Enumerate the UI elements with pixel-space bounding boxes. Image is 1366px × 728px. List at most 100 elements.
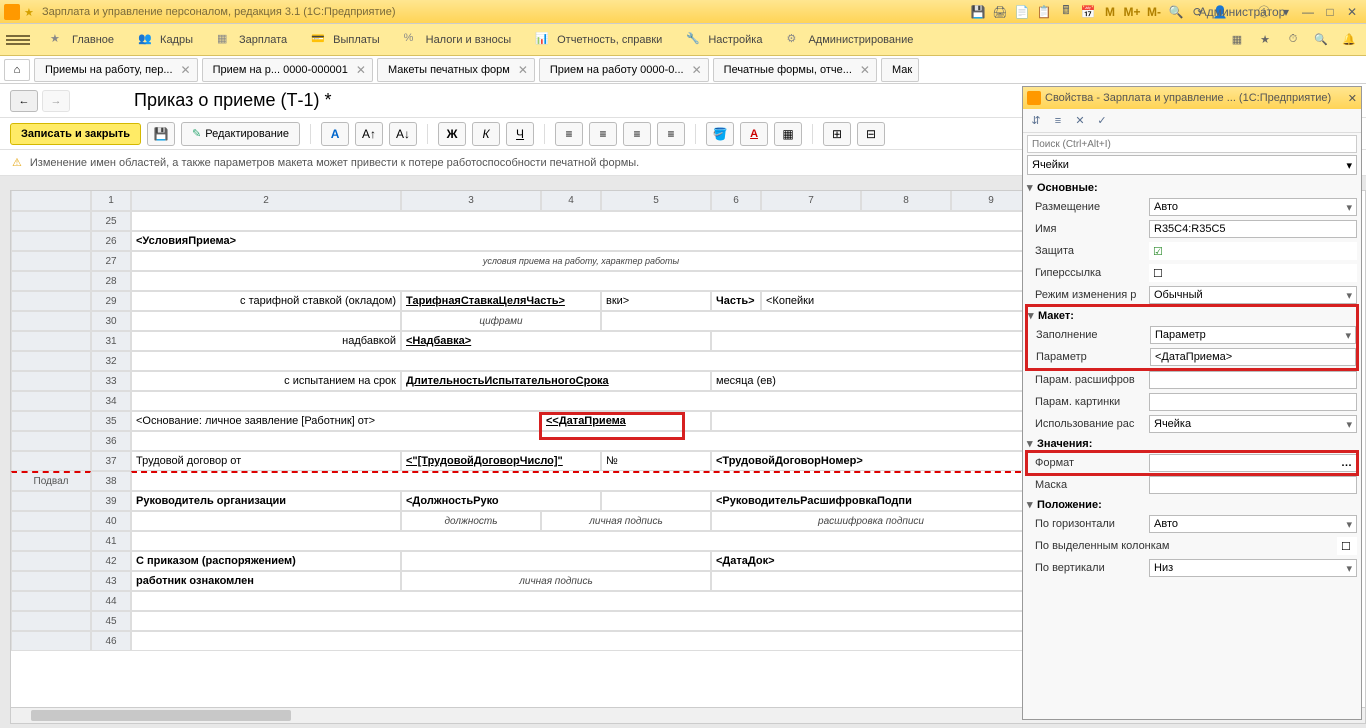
tab-0[interactable]: Приемы на работу, пер...✕: [34, 58, 198, 82]
fill-color-button[interactable]: 🪣: [706, 122, 734, 146]
tab-5[interactable]: Мак: [881, 58, 919, 82]
prop-mask[interactable]: [1149, 476, 1357, 494]
edit-button[interactable]: ✎Редактирование: [181, 122, 300, 146]
tab-close-icon[interactable]: ✕: [181, 63, 191, 77]
align-justify-button[interactable]: ≡: [657, 122, 685, 146]
menu-reports[interactable]: 📊Отчетность, справки: [523, 26, 674, 54]
group-maket[interactable]: ▾Макет:: [1028, 307, 1356, 324]
prop-usage[interactable]: Ячейка▾: [1149, 415, 1357, 433]
prop-name[interactable]: R35C4:R35C5: [1149, 220, 1357, 238]
border-button[interactable]: ▦: [774, 122, 802, 146]
font-size-inc-button[interactable]: A↑: [355, 122, 383, 146]
prop-param-detail[interactable]: [1149, 371, 1357, 389]
maximize-icon[interactable]: □: [1320, 3, 1340, 21]
col-header[interactable]: 1: [91, 191, 131, 211]
prop-format[interactable]: …: [1149, 454, 1357, 472]
tab-close-icon[interactable]: ✕: [518, 63, 528, 77]
prop-change-mode[interactable]: Обычный▾: [1149, 286, 1357, 304]
col-header[interactable]: 7: [761, 191, 861, 211]
forward-button[interactable]: →: [42, 90, 70, 112]
col-header[interactable]: 9: [951, 191, 1031, 211]
print-icon[interactable]: 🖨: [990, 3, 1010, 21]
home-tab[interactable]: ⌂: [4, 59, 30, 81]
col-header[interactable]: 2: [131, 191, 401, 211]
prop-hyperlink[interactable]: ☐: [1149, 264, 1357, 282]
align-center-button[interactable]: ≡: [589, 122, 617, 146]
star-icon[interactable]: ★: [1254, 29, 1276, 51]
props-close-icon[interactable]: ✕: [1348, 92, 1357, 105]
tab-2[interactable]: Макеты печатных форм✕: [377, 58, 535, 82]
prop-valign[interactable]: Низ▾: [1149, 559, 1357, 577]
save-icon[interactable]: 💾: [968, 3, 988, 21]
group-main[interactable]: ▾Основные:: [1027, 179, 1357, 196]
menu-admin[interactable]: ⚙Администрирование: [774, 26, 925, 54]
mminus-icon[interactable]: M-: [1144, 3, 1164, 21]
col-header[interactable]: [11, 191, 91, 211]
close-icon[interactable]: ✕: [1342, 3, 1362, 21]
group-position[interactable]: ▾Положение:: [1027, 496, 1357, 513]
back-button[interactable]: ←: [10, 90, 38, 112]
tab-close-icon[interactable]: ✕: [860, 63, 870, 77]
grid-2-button[interactable]: ⊟: [857, 122, 885, 146]
user-name[interactable]: Администратор: [1232, 3, 1252, 21]
prop-halign[interactable]: Авто▾: [1149, 515, 1357, 533]
prop-param-image[interactable]: [1149, 393, 1357, 411]
history-icon[interactable]: ⏱: [1282, 29, 1304, 51]
tab-4[interactable]: Печатные формы, отче...✕: [713, 58, 877, 82]
align-right-button[interactable]: ≡: [623, 122, 651, 146]
align-left-button[interactable]: ≡: [555, 122, 583, 146]
doc-icon[interactable]: 📄: [1012, 3, 1032, 21]
prop-by-cols[interactable]: ☐: [1337, 537, 1357, 555]
apps-icon[interactable]: ▦: [1226, 29, 1248, 51]
grid-1-button[interactable]: ⊞: [823, 122, 851, 146]
font-size-dec-button[interactable]: A↓: [389, 122, 417, 146]
sort-icon[interactable]: ⇵: [1027, 112, 1045, 130]
search-tool-icon[interactable]: 🔍: [1310, 29, 1332, 51]
dropdown-icon[interactable]: ▾: [1276, 3, 1296, 21]
col-header[interactable]: 8: [861, 191, 951, 211]
favorite-icon[interactable]: ★: [24, 6, 36, 18]
bold-button[interactable]: Ж: [438, 122, 466, 146]
menu-settings[interactable]: 🔧Настройка: [674, 26, 774, 54]
filter-icon[interactable]: ≡: [1049, 112, 1067, 130]
italic-button[interactable]: К: [472, 122, 500, 146]
save-close-button[interactable]: Записать и закрыть: [10, 123, 141, 145]
tab-3[interactable]: Прием на работу 0000-0...✕: [539, 58, 709, 82]
props-selector[interactable]: Ячейки▾: [1027, 155, 1357, 175]
menu-zarplata[interactable]: ▦Зарплата: [205, 26, 299, 54]
underline-button[interactable]: Ч: [506, 122, 534, 146]
menu-vyplaty[interactable]: 💳Выплаты: [299, 26, 391, 54]
tab-1[interactable]: Прием на р... 0000-000001✕: [202, 58, 373, 82]
col-header[interactable]: 4: [541, 191, 601, 211]
burger-icon[interactable]: [6, 28, 30, 52]
minimize-icon[interactable]: —: [1298, 3, 1318, 21]
calc-icon[interactable]: 🖩: [1056, 3, 1076, 21]
font-color-button[interactable]: A: [321, 122, 349, 146]
prop-protect[interactable]: ☑: [1149, 242, 1357, 260]
prop-fill[interactable]: Параметр▾: [1150, 326, 1356, 344]
m-icon[interactable]: M: [1100, 3, 1120, 21]
props-search-input[interactable]: [1027, 135, 1357, 153]
check-icon[interactable]: ✓: [1093, 112, 1111, 130]
group-values[interactable]: ▾Значения:: [1027, 435, 1357, 452]
prop-placement[interactable]: Авто▾: [1149, 198, 1357, 216]
menu-kadry[interactable]: 👥Кадры: [126, 26, 205, 54]
prop-parameter[interactable]: <ДатаПриема>: [1150, 348, 1356, 366]
bell-icon[interactable]: 🔔: [1338, 29, 1360, 51]
col-header[interactable]: 3: [401, 191, 541, 211]
compare-icon[interactable]: 📋: [1034, 3, 1054, 21]
zoom-icon[interactable]: 🔍: [1166, 3, 1186, 21]
text-color-button[interactable]: A: [740, 122, 768, 146]
tab-close-icon[interactable]: ✕: [356, 63, 366, 77]
mplus-icon[interactable]: M+: [1122, 3, 1142, 21]
tab-close-icon[interactable]: ✕: [692, 63, 702, 77]
menu-nalogi[interactable]: %Налоги и взносы: [392, 26, 524, 54]
col-header[interactable]: 6: [711, 191, 761, 211]
warning-text: Изменение имен областей, а также парамет…: [30, 157, 639, 169]
menu-main[interactable]: ★Главное: [38, 26, 126, 54]
info-icon[interactable]: ⓘ: [1254, 3, 1274, 21]
col-header[interactable]: 5: [601, 191, 711, 211]
save-icon-button[interactable]: 💾: [147, 122, 175, 146]
calendar-icon[interactable]: 📅: [1078, 3, 1098, 21]
x-icon[interactable]: ✕: [1071, 112, 1089, 130]
